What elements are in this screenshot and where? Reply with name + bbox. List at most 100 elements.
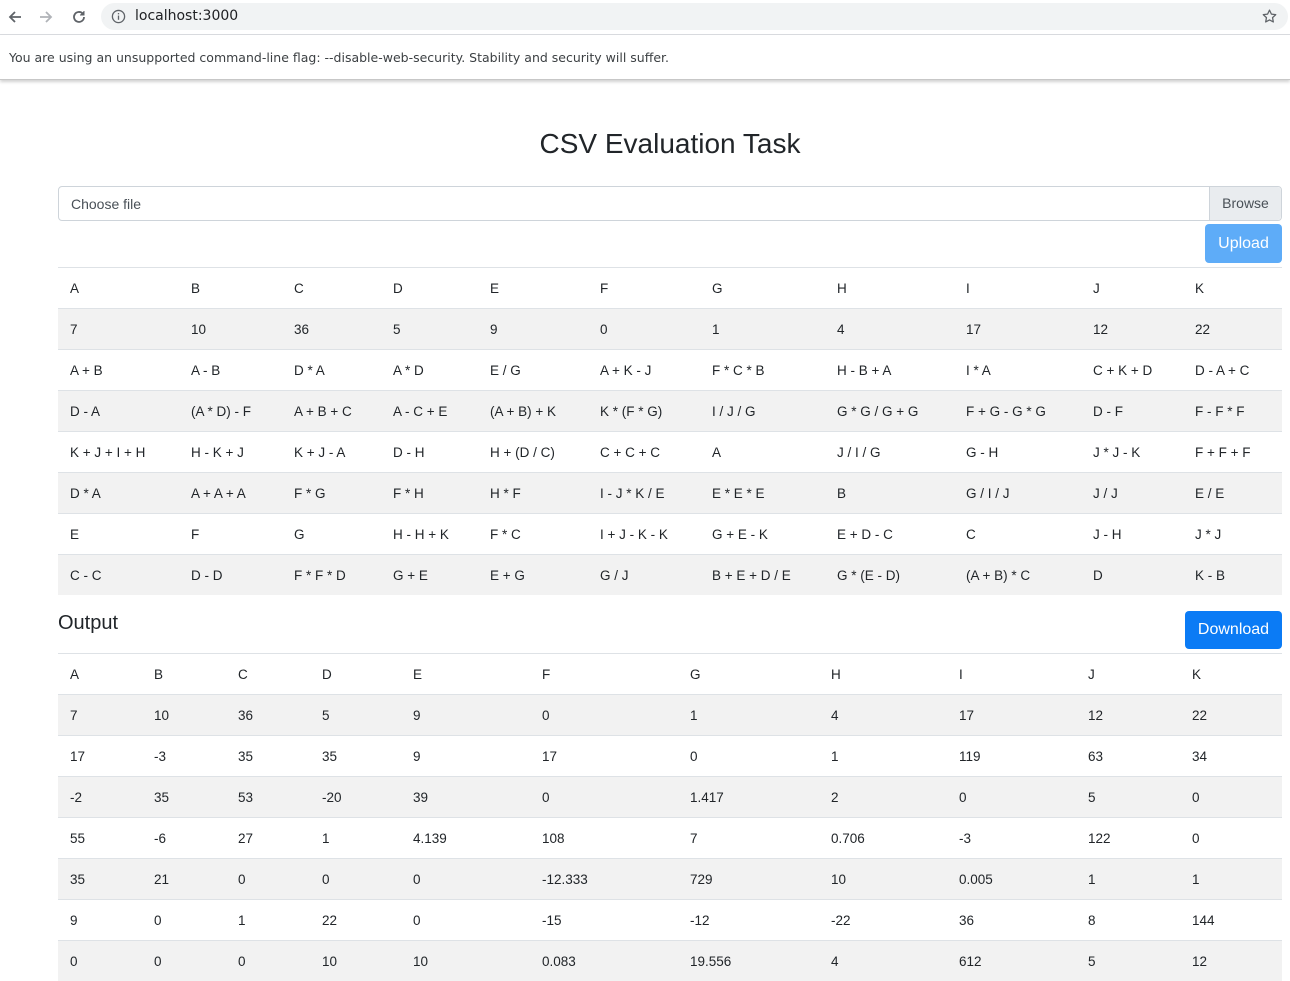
info-icon[interactable] [111,9,126,29]
bookmark-star-icon[interactable] [1261,8,1278,30]
table-cell: 122 [1076,818,1180,859]
column-header: K [1180,654,1282,695]
table-cell: 4 [819,941,947,981]
column-header: F [588,268,700,309]
table-cell: F * H [381,473,478,514]
column-header: A [58,654,142,695]
column-header: E [401,654,530,695]
table-cell: K + J + I + H [58,432,179,473]
table-cell: 1 [819,736,947,777]
output-table-row: 00010100.08319.5564612512 [58,941,1282,981]
browser-toolbar: localhost:3000 [0,0,1290,35]
table-cell: 10 [401,941,530,981]
reload-icon[interactable] [67,5,91,29]
table-cell: 22 [310,900,401,941]
table-cell: 63 [1076,736,1180,777]
output-table-row: 55-62714.13910870.706-31220 [58,818,1282,859]
table-cell: 36 [947,900,1076,941]
forward-arrow-icon[interactable] [34,5,58,29]
table-cell: A + A + A [179,473,282,514]
table-cell: 0 [310,859,401,900]
table-cell: 17 [954,309,1081,350]
table-cell: 5 [1076,941,1180,981]
address-bar[interactable]: localhost:3000 [101,3,1288,30]
input-table-row: D - A(A * D) - FA + B + CA - C + E(A + B… [58,391,1282,432]
column-header: C [226,654,310,695]
table-cell: 9 [401,695,530,736]
table-cell: 0 [588,309,700,350]
table-cell: G * G / G + G [825,391,954,432]
browse-button[interactable]: Browse [1209,187,1281,220]
table-cell: 36 [226,695,310,736]
table-cell: D - D [179,555,282,596]
table-cell: -3 [947,818,1076,859]
table-cell: 0 [1180,818,1282,859]
table-cell: 34 [1180,736,1282,777]
table-cell: 5 [381,309,478,350]
column-header: D [310,654,401,695]
table-cell: 1 [700,309,825,350]
table-cell: A + K - J [588,350,700,391]
table-cell: 12 [1076,695,1180,736]
table-cell: 0.706 [819,818,947,859]
warning-infobar: You are using an unsupported command-lin… [0,35,1290,80]
table-cell: 0 [947,777,1076,818]
column-header: H [825,268,954,309]
output-table-row: 3521000-12.333729100.00511 [58,859,1282,900]
table-cell: J / J [1081,473,1183,514]
column-header: B [179,268,282,309]
output-table-row: -23553-203901.4172050 [58,777,1282,818]
table-cell: 0 [678,736,819,777]
table-cell: G / J [588,555,700,596]
infobar-text: You are using an unsupported command-lin… [9,50,669,65]
table-cell: E + D - C [825,514,954,555]
table-cell: 0 [401,859,530,900]
column-header: G [700,268,825,309]
table-cell: 21 [142,859,226,900]
table-cell: 0 [142,941,226,981]
url-text[interactable]: localhost:3000 [135,8,238,24]
table-cell: H - H + K [381,514,478,555]
table-cell: 55 [58,818,142,859]
download-button[interactable]: Download [1185,611,1282,649]
table-cell: K + J - A [282,432,381,473]
table-cell: 9 [58,900,142,941]
table-cell: 1 [310,818,401,859]
table-cell: 144 [1180,900,1282,941]
table-cell: E * E * E [700,473,825,514]
input-table-row: C - CD - DF * F * DG + EE + GG / JB + E … [58,555,1282,596]
table-cell: 7 [678,818,819,859]
table-cell: F * F * D [282,555,381,596]
column-header: F [530,654,678,695]
table-cell: H - B + A [825,350,954,391]
back-arrow-icon[interactable] [3,5,27,29]
table-cell: D * A [282,350,381,391]
table-cell: 1 [226,900,310,941]
table-cell: 39 [401,777,530,818]
output-table-row: 7103659014171222 [58,695,1282,736]
table-cell: G * (E - D) [825,555,954,596]
table-cell: 27 [226,818,310,859]
table-cell: F + F + F [1183,432,1282,473]
upload-button[interactable]: Upload [1205,224,1282,263]
output-table: ABCDEFGHIJK710365901417122217-3353591701… [58,653,1282,981]
column-header: J [1076,654,1180,695]
file-input[interactable]: Choose file Browse [58,186,1282,221]
table-cell: A - B [179,350,282,391]
table-cell: 0 [1180,777,1282,818]
table-cell: 4.139 [401,818,530,859]
table-cell: F * G [282,473,381,514]
output-table-row: 901220-15-12-22368144 [58,900,1282,941]
table-cell: 729 [678,859,819,900]
table-cell: (A + B) * C [954,555,1081,596]
column-header: D [381,268,478,309]
table-cell: 35 [142,777,226,818]
table-cell: F * C [478,514,588,555]
table-cell: E [58,514,179,555]
table-cell: 4 [825,309,954,350]
column-header: G [678,654,819,695]
table-cell: E / G [478,350,588,391]
column-header: E [478,268,588,309]
table-cell: A + B + C [282,391,381,432]
table-cell: 17 [530,736,678,777]
